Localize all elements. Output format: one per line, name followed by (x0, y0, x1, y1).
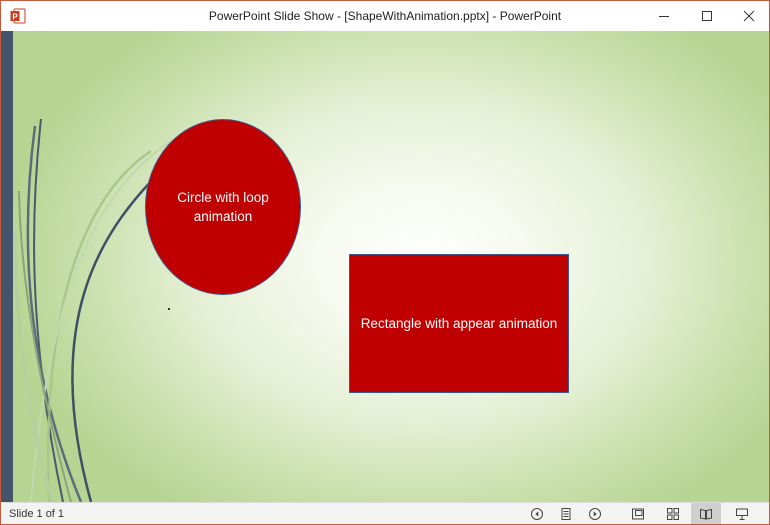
mouse-cursor-dot (168, 308, 170, 310)
powerpoint-window: P PowerPoint Slide Show - [ShapeWithAnim… (0, 0, 770, 525)
close-button[interactable] (729, 1, 769, 31)
slide-menu-button[interactable] (553, 503, 579, 524)
maximize-icon (702, 11, 712, 21)
previous-icon (531, 508, 543, 520)
slide-show-button[interactable] (729, 503, 755, 524)
circle-shape[interactable]: Circle with loop animation (145, 119, 301, 295)
rectangle-label: Rectangle with appear animation (360, 316, 558, 331)
previous-slide-button[interactable] (524, 503, 550, 524)
next-icon (589, 508, 601, 520)
reading-view-icon (700, 508, 712, 520)
slide-counter: Slide 1 of 1 (9, 508, 65, 520)
reading-view-button[interactable] (691, 503, 721, 524)
close-icon (743, 10, 755, 22)
circle-label: Circle with loop animation (177, 190, 269, 224)
rectangle-shape[interactable]: Rectangle with appear animation (349, 254, 569, 393)
status-bar: Slide 1 of 1 (1, 502, 769, 524)
normal-view-button[interactable] (625, 503, 651, 524)
menu-icon (561, 508, 571, 520)
next-slide-button[interactable] (582, 503, 608, 524)
minimize-button[interactable] (644, 1, 684, 31)
normal-view-icon (632, 508, 644, 520)
slide-sorter-button[interactable] (660, 503, 686, 524)
minimize-icon (659, 16, 669, 17)
title-bar: P PowerPoint Slide Show - [ShapeWithAnim… (1, 1, 769, 31)
slide-canvas[interactable]: Circle with loop animation Rectangle wit… (1, 31, 769, 502)
maximize-button[interactable] (687, 1, 727, 31)
slide-show-icon (736, 508, 748, 520)
slide-sorter-icon (667, 508, 679, 520)
